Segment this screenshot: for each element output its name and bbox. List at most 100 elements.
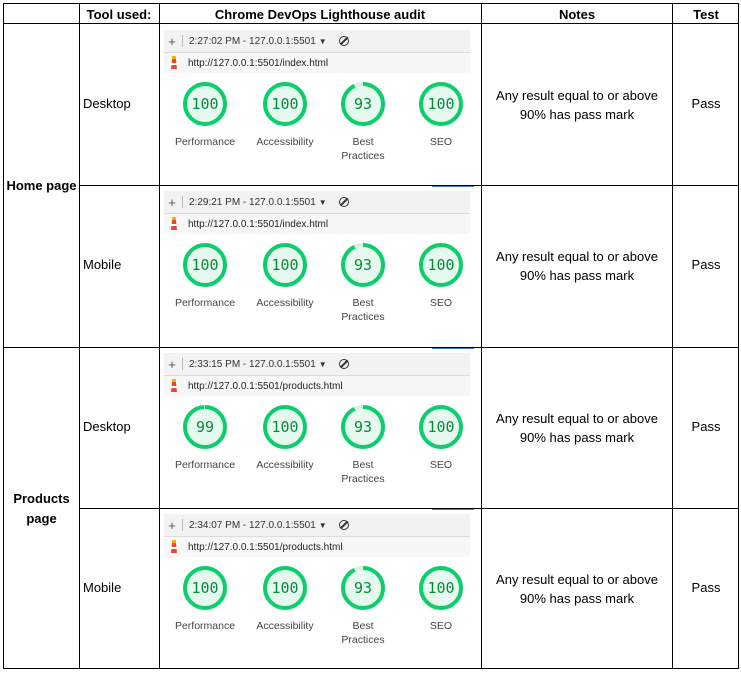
score-value: 99 [196, 418, 214, 436]
toolbar-separator [182, 358, 183, 370]
plus-icon[interactable]: + [164, 195, 180, 210]
chevron-down-icon[interactable]: ▼ [319, 198, 327, 207]
lighthouse-icon-band [170, 224, 178, 226]
report-url: http://127.0.0.1:5501/products.html [188, 541, 343, 553]
score-label-line: Best [352, 297, 374, 309]
grid-line [3, 23, 739, 24]
report-url: http://127.0.0.1:5501/index.html [188, 57, 329, 69]
score-label-line: Accessibility [256, 297, 314, 309]
toolbar-separator [182, 196, 183, 208]
score-label-line: Best [352, 620, 374, 632]
report-timestamp[interactable]: 2:27:02 PM - 127.0.0.1:5501 [189, 36, 316, 47]
score-value: 100 [191, 579, 218, 597]
score-label-line: Performance [174, 459, 236, 471]
chevron-down-icon[interactable]: ▼ [319, 360, 327, 369]
score-label-line: Best [352, 459, 374, 471]
report-timestamp[interactable]: 2:29:21 PM - 127.0.0.1:5501 [189, 197, 316, 208]
group-label: Products page [4, 489, 79, 529]
grid-line [79, 3, 80, 669]
block-icon[interactable] [338, 359, 349, 369]
lighthouse-icon [168, 540, 180, 554]
block-icon[interactable] [338, 520, 349, 530]
score-value: 93 [354, 95, 372, 113]
audit-table: Tool used: Chrome DevOps Lighthouse audi… [0, 0, 741, 675]
score-ring: 93 [341, 405, 385, 449]
score-gauge: 100 Performance [165, 78, 245, 149]
score-label-line: Best [352, 136, 374, 148]
group-label: Home page [4, 176, 79, 196]
note-text: Any result equal to or above 90% has pas… [496, 249, 658, 283]
score-label-line: SEO [429, 620, 453, 632]
score-value: 93 [354, 579, 372, 597]
lighthouse-icon-band [170, 386, 178, 388]
score-value: 100 [427, 579, 454, 597]
score-label: Accessibility [245, 296, 325, 310]
score-ring: 93 [341, 82, 385, 126]
chevron-down-icon[interactable]: ▼ [319, 37, 327, 46]
devtools-toolbar: +2:34:07 PM - 127.0.0.1:5501 ▼ [164, 514, 470, 537]
score-ring: 93 [341, 243, 385, 287]
report-url-bar: http://127.0.0.1:5501/products.html [164, 537, 470, 557]
score-gauges: 100 Performance 100 Accessibility 93 Best Prac… [160, 562, 470, 658]
device-label: Desktop [83, 96, 131, 111]
report-url-bar: http://127.0.0.1:5501/products.html [164, 376, 470, 396]
score-label: SEO [401, 458, 481, 472]
report-url: http://127.0.0.1:5501/index.html [188, 218, 329, 230]
block-icon[interactable] [338, 36, 349, 46]
score-ring: 100 [183, 82, 227, 126]
lighthouse-report-screenshot: +2:33:15 PM - 127.0.0.1:5501 ▼ http://127.… [160, 349, 470, 499]
header-notes: Notes [558, 6, 596, 22]
score-value: 100 [271, 256, 298, 274]
note-text: Any result equal to or above 90% has pas… [496, 411, 658, 445]
score-ring: 100 [419, 243, 463, 287]
plus-icon[interactable]: + [164, 518, 180, 533]
score-gauge: 100 SEO [401, 401, 481, 472]
score-gauge: 100 Accessibility [245, 401, 325, 472]
score-gauge: 100 SEO [401, 562, 481, 633]
score-label-line: Practices [341, 150, 385, 162]
score-gauge: 93 Best Practices [323, 562, 403, 647]
score-gauge: 93 Best Practices [323, 78, 403, 163]
group-label-line: page [26, 511, 57, 526]
toolbar-separator [182, 519, 183, 531]
plus-icon[interactable]: + [164, 357, 180, 372]
header-audit: Chrome DevOps Lighthouse audit [214, 6, 426, 22]
score-label-line: Performance [174, 297, 236, 309]
accent-line [432, 509, 474, 510]
block-icon[interactable] [338, 197, 349, 207]
score-label-line: Accessibility [256, 459, 314, 471]
score-label: Accessibility [245, 135, 325, 149]
lighthouse-report-screenshot: +2:27:02 PM - 127.0.0.1:5501 ▼ http://127.… [160, 26, 470, 176]
header-test: Test [693, 6, 719, 22]
plus-icon[interactable]: + [164, 34, 180, 49]
score-label: Best Practices [323, 458, 403, 486]
lighthouse-report-screenshot: +2:29:21 PM - 127.0.0.1:5501 ▼ http://127.… [160, 187, 470, 337]
devtools-toolbar: +2:29:21 PM - 127.0.0.1:5501 ▼ [164, 191, 470, 214]
score-value: 100 [427, 95, 454, 113]
lighthouse-icon [168, 56, 180, 70]
test-result: Pass [691, 419, 721, 434]
header-tool-used: Tool used: [86, 6, 152, 22]
report-url: http://127.0.0.1:5501/products.html [188, 380, 343, 392]
score-value: 100 [427, 418, 454, 436]
score-ring: 100 [183, 243, 227, 287]
grid-line [3, 3, 4, 669]
score-ring: 100 [419, 82, 463, 126]
score-label: Best Practices [323, 296, 403, 324]
devtools-toolbar: +2:27:02 PM - 127.0.0.1:5501 ▼ [164, 30, 470, 53]
grid-line [79, 185, 739, 186]
accent-line [432, 348, 474, 349]
score-value: 93 [354, 256, 372, 274]
lighthouse-icon-lamp [172, 217, 176, 220]
report-timestamp[interactable]: 2:33:15 PM - 127.0.0.1:5501 [189, 359, 316, 370]
score-label-line: Performance [174, 620, 236, 632]
score-ring: 93 [341, 566, 385, 610]
score-value: 100 [427, 256, 454, 274]
score-value: 93 [354, 418, 372, 436]
chevron-down-icon[interactable]: ▼ [319, 521, 327, 530]
report-timestamp[interactable]: 2:34:07 PM - 127.0.0.1:5501 [189, 520, 316, 531]
score-gauge: 100 Accessibility [245, 562, 325, 633]
score-gauge: 93 Best Practices [323, 239, 403, 324]
score-label: Accessibility [245, 619, 325, 633]
score-label-line: Practices [341, 473, 385, 485]
